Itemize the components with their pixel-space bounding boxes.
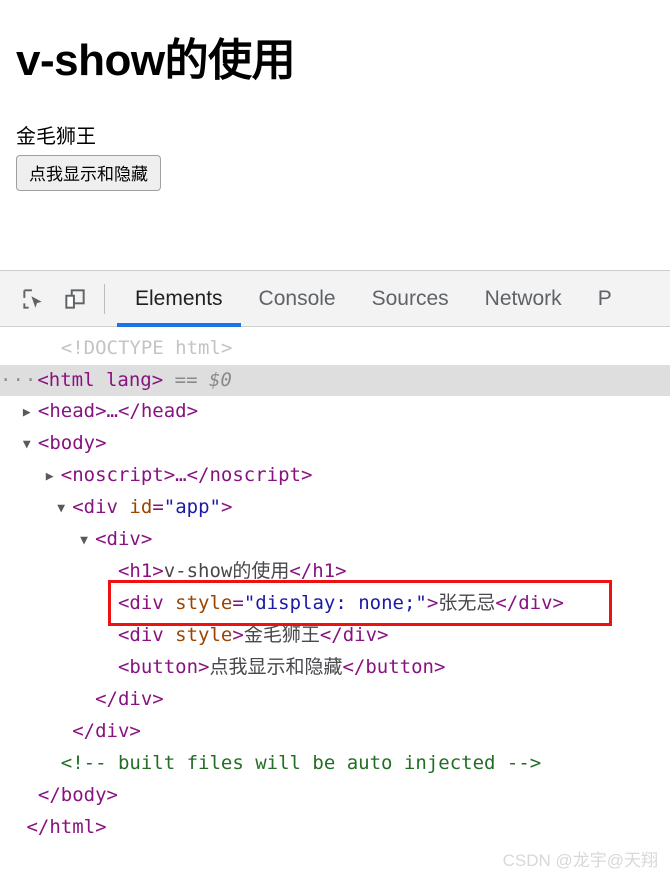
h1-text: v-show的使用 <box>163 560 290 582</box>
dom-row-div-app[interactable]: ▼ <div id="app"> <box>0 492 670 524</box>
dom-row-h1[interactable]: ▶<h1>v-show的使用</h1> <box>0 556 670 588</box>
devtools-tabs: Elements Console Sources Network P <box>117 271 630 327</box>
hidden-div-text: 张无忌 <box>438 592 496 614</box>
body-tag: <body> <box>37 432 107 454</box>
hidden-div-attr-name: style <box>175 592 233 614</box>
dom-row-html-close[interactable]: ▶</html> <box>0 812 670 844</box>
chevron-right-icon[interactable]: ▶ <box>23 397 38 428</box>
dom-row-doctype[interactable]: ▶<!DOCTYPE html> <box>0 333 670 365</box>
dom-row-head[interactable]: ▶ <head>…</head> <box>0 396 670 428</box>
toggle-visibility-button[interactable]: 点我显示和隐藏 <box>16 154 161 191</box>
watermark: CSDN @龙宇@天翔 <box>502 851 658 870</box>
div-app-tag: <div <box>72 496 118 518</box>
hidden-div-close-tag: </div> <box>495 592 564 614</box>
html-close-tag: </html> <box>26 816 107 838</box>
button-text: 点我显示和隐藏 <box>209 656 343 678</box>
page-title: v-show的使用 <box>16 36 296 85</box>
dom-row-inner-div[interactable]: ▼ <div> <box>0 524 670 556</box>
inner-div-close-tag: </div> <box>95 688 164 710</box>
visible-name-text: 金毛狮王 <box>16 125 96 148</box>
selected-node-badge: == $0 <box>174 369 232 391</box>
div-app-close-tag: </div> <box>72 720 141 742</box>
dom-row-comment[interactable]: ▶<!-- built files will be auto injected … <box>0 748 670 780</box>
dom-row-hidden-div[interactable]: ▶<div style="display: none;">张无忌</div> <box>0 588 670 620</box>
screenshot-root: v-show的使用 张无忌 金毛狮王 点我显示和隐藏 Elements <box>0 0 670 879</box>
div-app-attr-name: id <box>129 496 153 518</box>
chevron-down-icon[interactable]: ▼ <box>57 493 72 524</box>
chevron-right-icon[interactable]: ▶ <box>46 461 61 492</box>
dom-row-body-close[interactable]: ▶</body> <box>0 780 670 812</box>
doctype-text: <!DOCTYPE html> <box>60 337 233 359</box>
tab-network[interactable]: Network <box>467 271 580 327</box>
head-tag: <head>…</head> <box>37 400 199 422</box>
inner-div-tag: <div> <box>95 528 153 550</box>
dom-row-button[interactable]: ▶<button>点我显示和隐藏</button> <box>0 652 670 684</box>
dom-row-body[interactable]: ▼ <body> <box>0 428 670 460</box>
chevron-down-icon[interactable]: ▼ <box>23 429 38 460</box>
device-toolbar-icon[interactable] <box>54 278 96 320</box>
visible-div-attr-name: style <box>175 624 233 646</box>
dom-row-visible-div[interactable]: ▶<div style>金毛狮王</div> <box>0 620 670 652</box>
h1-close-tag: </h1> <box>289 560 347 582</box>
dom-row-noscript[interactable]: ▶ <noscript>…</noscript> <box>0 460 670 492</box>
dom-row-html[interactable]: ···<html lang> == $0 <box>0 365 670 396</box>
div-app-attr-value: "app" <box>163 496 221 518</box>
body-close-tag: </body> <box>37 784 118 806</box>
comment-text: <!-- built files will be auto injected -… <box>60 752 542 774</box>
button-close-tag: </button> <box>342 656 446 678</box>
inspect-element-icon[interactable] <box>12 278 54 320</box>
expand-dots[interactable]: ··· <box>0 369 37 391</box>
tab-elements[interactable]: Elements <box>117 271 241 327</box>
tab-sources[interactable]: Sources <box>354 271 467 327</box>
devtools-panel: Elements Console Sources Network P ▶<!DO… <box>0 270 670 879</box>
noscript-tag: <noscript>…</noscript> <box>60 464 313 486</box>
visible-div-text: 金毛狮王 <box>243 624 320 646</box>
visible-div-tag: <div <box>117 624 164 646</box>
tab-console[interactable]: Console <box>241 271 354 327</box>
button-open-tag: <button> <box>117 656 210 678</box>
page-preview: v-show的使用 张无忌 金毛狮王 点我显示和隐藏 <box>0 0 670 270</box>
html-tag: <html lang> <box>37 369 164 391</box>
dom-row-div-app-close[interactable]: ▶</div> <box>0 716 670 748</box>
h1-open-tag: <h1> <box>117 560 164 582</box>
toolbar-divider <box>104 283 105 314</box>
visible-div-close-tag: </div> <box>319 624 389 646</box>
devtools-toolbar: Elements Console Sources Network P <box>0 271 670 327</box>
chevron-down-icon[interactable]: ▼ <box>80 525 95 556</box>
tab-performance[interactable]: P <box>580 271 630 327</box>
hidden-div-attr-value: "display: none;" <box>243 592 427 614</box>
dom-tree: ▶<!DOCTYPE html> ···<html lang> == $0 ▶<… <box>0 327 670 844</box>
dom-row-inner-div-close[interactable]: ▶</div> <box>0 684 670 716</box>
hidden-div-tag: <div <box>117 592 164 614</box>
